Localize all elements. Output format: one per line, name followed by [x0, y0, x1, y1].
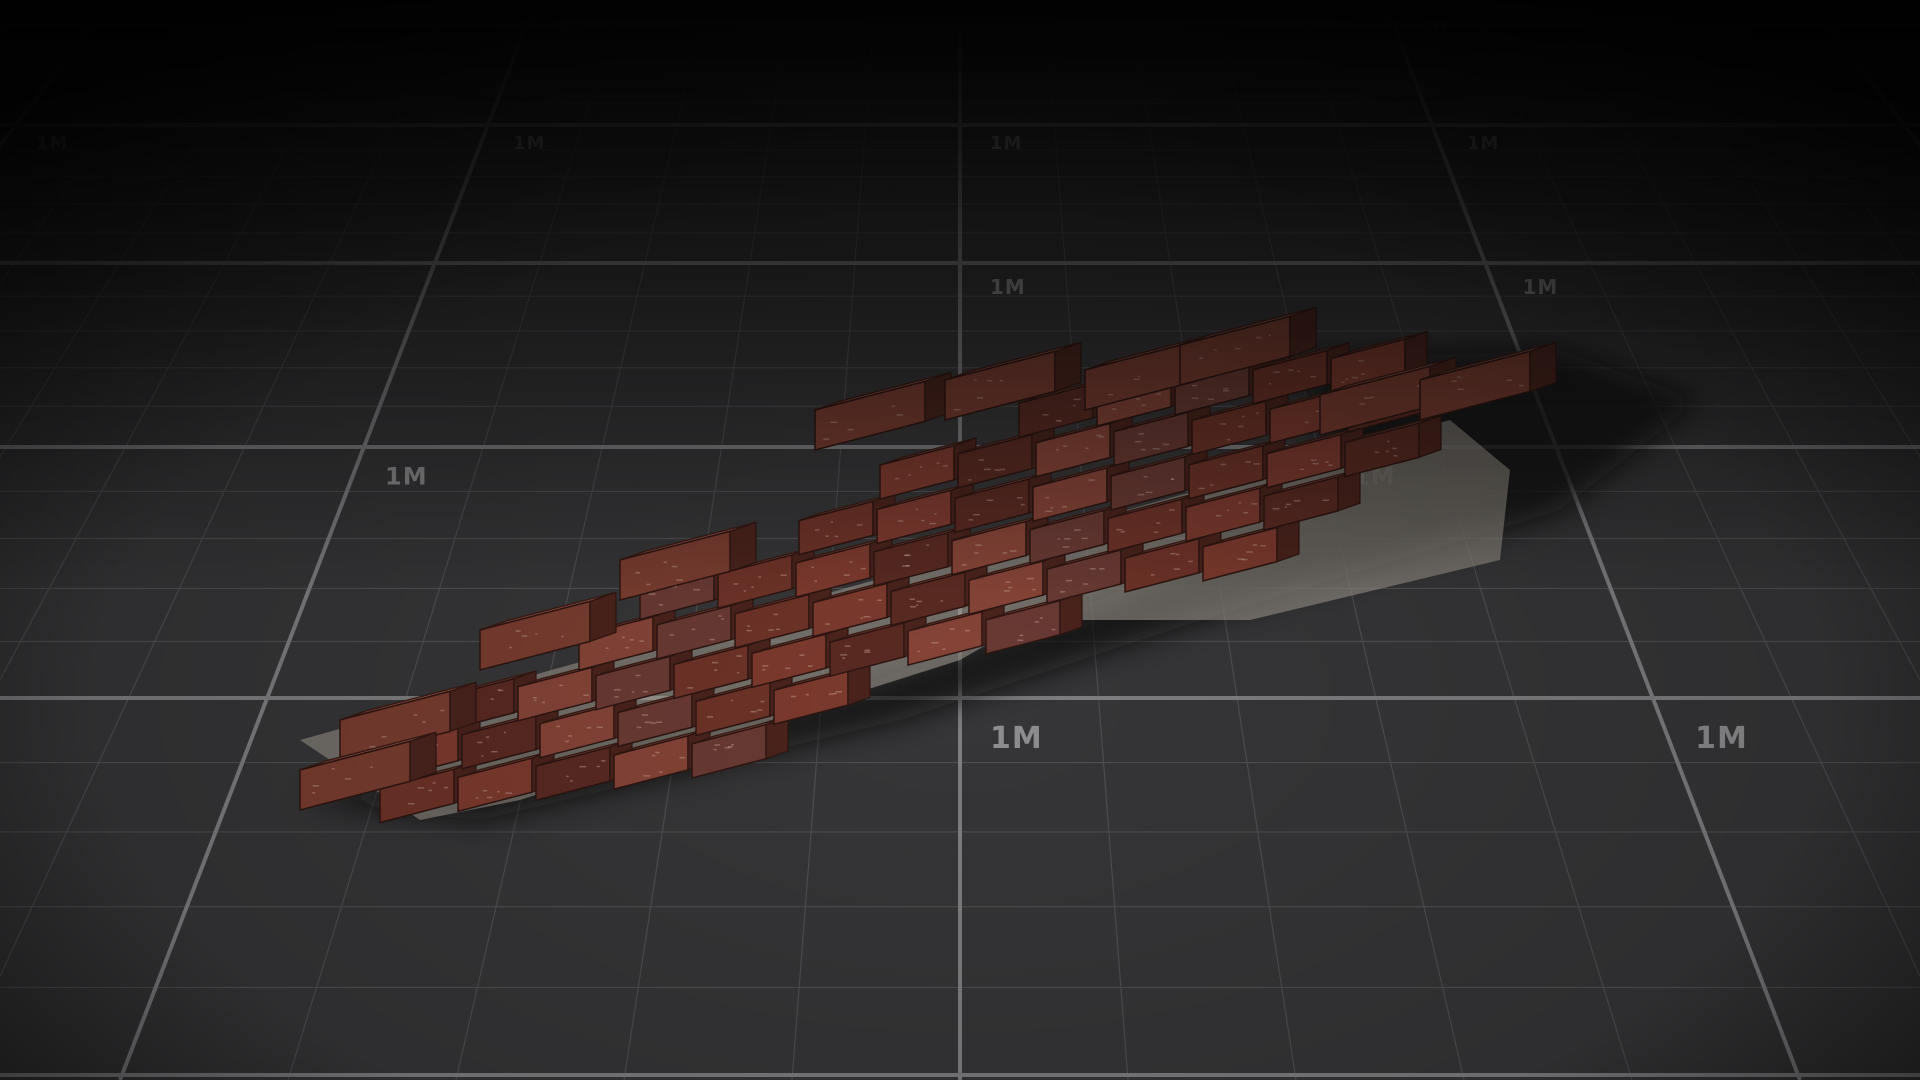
3d-viewport[interactable]: 1M1M1M1M1M1M1M1M1M1M1M1M1M1M1M1M: [0, 0, 1920, 1080]
vignette-overlay: [0, 0, 1920, 1080]
